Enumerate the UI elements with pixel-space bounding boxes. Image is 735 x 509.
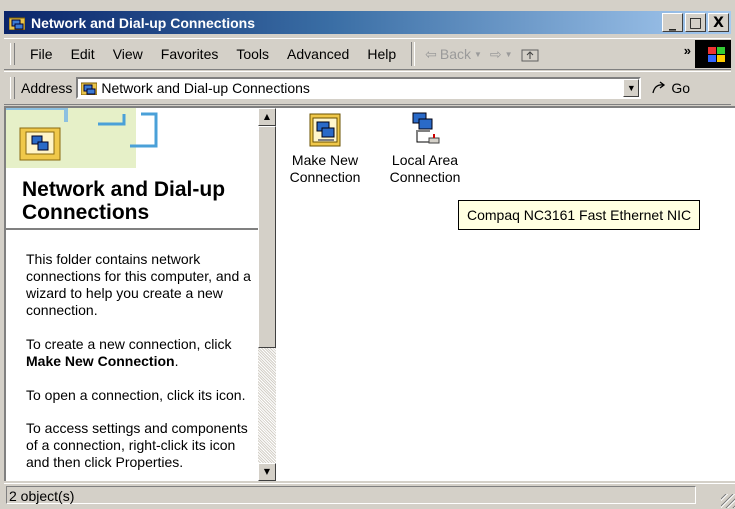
- make-new-connection-item[interactable]: Make New Connection: [285, 112, 365, 186]
- local-area-connection-label-2: Connection: [389, 169, 461, 185]
- status-bar: 2 object(s): [4, 483, 735, 508]
- address-input[interactable]: Network and Dial-up Connections ▼: [76, 77, 642, 99]
- toolbar-separator: [411, 42, 416, 66]
- local-area-connection-icon: [412, 112, 440, 144]
- windows-logo-icon: [695, 40, 731, 68]
- local-area-connection-item[interactable]: Local Area Connection: [385, 112, 465, 186]
- window-title: Network and Dial-up Connections: [31, 14, 256, 31]
- back-button[interactable]: ⇦ Back ▼: [421, 46, 486, 63]
- info-pane: Network and Dial-up Connections This fol…: [6, 108, 258, 481]
- address-bar: Address Network and Dial-up Connections …: [4, 71, 731, 105]
- back-dropdown-icon[interactable]: ▼: [474, 50, 482, 59]
- menu-favorites[interactable]: Favorites: [152, 46, 228, 62]
- menu-help[interactable]: Help: [358, 46, 405, 62]
- address-label: Address: [21, 80, 73, 96]
- go-button[interactable]: Go: [651, 80, 690, 96]
- pane-properties-hint: To access settings and components of a c…: [26, 420, 248, 470]
- scroll-thumb[interactable]: [258, 126, 276, 348]
- status-object-count: 2 object(s): [6, 486, 696, 504]
- close-button[interactable]: X: [708, 13, 729, 32]
- maximize-button[interactable]: □: [685, 13, 706, 32]
- up-folder-icon: [521, 49, 539, 61]
- pane-divider: [6, 228, 258, 230]
- back-arrow-icon: ⇦: [425, 45, 437, 62]
- back-label: Back: [439, 46, 471, 62]
- vertical-scrollbar[interactable]: ▲ ▼: [258, 108, 276, 481]
- scroll-down-icon[interactable]: ▼: [258, 463, 276, 481]
- create-hint-period: .: [174, 353, 179, 369]
- toolbar-grip[interactable]: [10, 43, 15, 65]
- explorer-window: Network and Dial-up Connections _ □ X Fi…: [0, 0, 735, 509]
- make-new-connection-label-1: Make New: [291, 152, 359, 168]
- local-area-connection-label-1: Local Area: [391, 152, 459, 168]
- pane-open-hint: To open a connection, click its icon.: [26, 387, 246, 403]
- pane-description: This folder contains network connections…: [26, 251, 251, 318]
- icon-view: Make New Connection Local Area Connectio…: [276, 108, 735, 481]
- create-hint-text: To create a new connection, click: [26, 336, 232, 352]
- resize-grip-icon[interactable]: [721, 494, 735, 508]
- address-grip[interactable]: [10, 77, 15, 99]
- address-dropdown-icon[interactable]: ▼: [623, 79, 640, 97]
- pane-title: Network and Dial-up Connections: [22, 178, 226, 224]
- folder-banner-image: [6, 108, 258, 168]
- address-value: Network and Dial-up Connections: [101, 80, 310, 96]
- forward-arrow-icon: ⇨: [489, 45, 502, 62]
- up-folder-button[interactable]: [517, 47, 543, 62]
- go-label: Go: [671, 80, 691, 96]
- content-area: Network and Dial-up Connections This fol…: [4, 106, 735, 481]
- more-chevron-icon[interactable]: »: [684, 43, 691, 58]
- folder-network-icon: [9, 17, 25, 30]
- title-bar[interactable]: Network and Dial-up Connections _ □ X: [4, 11, 731, 34]
- make-new-connection-label-2: Connection: [289, 169, 361, 185]
- menu-advanced[interactable]: Advanced: [278, 46, 358, 62]
- connection-tooltip: Compaq NC3161 Fast Ethernet NIC: [458, 200, 701, 230]
- menu-view[interactable]: View: [104, 46, 152, 62]
- menu-edit[interactable]: Edit: [62, 46, 104, 62]
- menu-bar: File Edit View Favorites Tools Advanced …: [4, 38, 731, 70]
- make-new-connection-icon: [309, 113, 341, 147]
- scroll-up-icon[interactable]: ▲: [258, 108, 276, 126]
- pane-create-hint: To create a new connection, click Make N…: [26, 336, 258, 370]
- minimize-button[interactable]: _: [662, 13, 683, 32]
- menu-tools[interactable]: Tools: [227, 46, 278, 62]
- forward-button[interactable]: ⇨ ▼: [486, 46, 517, 63]
- folder-network-icon: [81, 82, 98, 95]
- go-arrow-icon: [652, 81, 666, 94]
- forward-dropdown-icon[interactable]: ▼: [505, 50, 513, 59]
- make-new-connection-link[interactable]: Make New Connection: [26, 353, 175, 369]
- menu-file[interactable]: File: [21, 46, 62, 62]
